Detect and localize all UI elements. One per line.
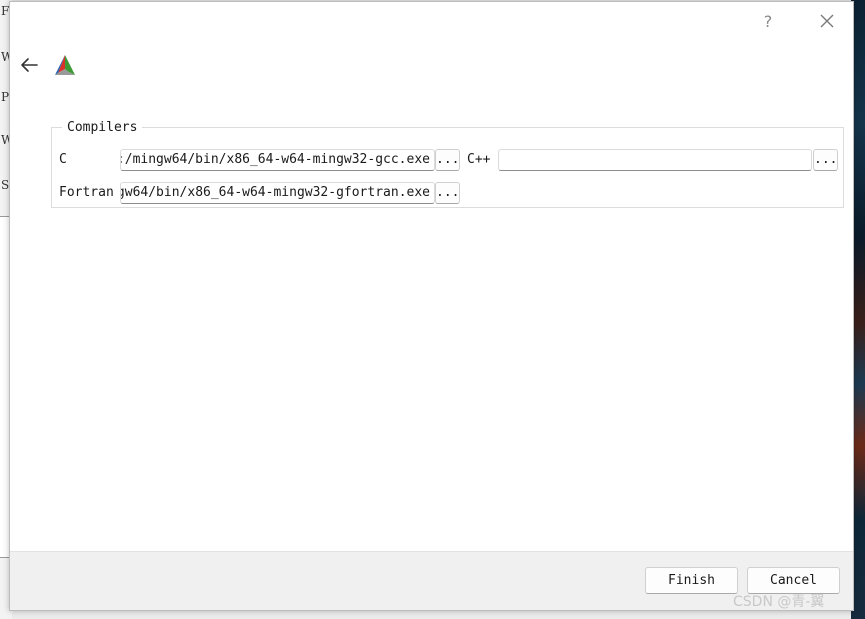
fortran-compiler-field[interactable]: C:/mingw64/bin/x86_64-w64-mingw32-gfortr… [120, 182, 435, 204]
background-text: S [1, 178, 10, 192]
cpp-compiler-browse-button[interactable]: ... [813, 149, 838, 171]
cpp-compiler-field[interactable] [498, 149, 812, 171]
arrow-left-icon [21, 58, 38, 72]
fortran-compiler-label: Fortran [59, 185, 114, 200]
c-compiler-value: C:/mingw64/bin/x86_64-w64-mingw32-gcc.ex… [120, 152, 430, 167]
compilers-group-title: Compilers [67, 120, 138, 135]
c-compiler-field[interactable]: C:/mingw64/bin/x86_64-w64-mingw32-gcc.ex… [120, 149, 435, 171]
cpp-compiler-label: C++ [467, 152, 491, 167]
compiler-setup-dialog: ? Compilers C C:/mingw64/bin/x86_64-w64-… [9, 1, 854, 611]
close-icon [820, 14, 834, 28]
compilers-group: Compilers C C:/mingw64/bin/x86_64-w64-mi… [51, 120, 844, 208]
c-compiler-browse-button[interactable]: ... [435, 149, 460, 171]
background-text: P [1, 90, 10, 104]
watermark: CSDN @青-翼 [733, 594, 825, 610]
close-button[interactable] [815, 10, 839, 32]
finish-button[interactable]: Finish [645, 567, 738, 594]
cmake-logo-icon [55, 55, 75, 75]
fortran-compiler-value: C:/mingw64/bin/x86_64-w64-mingw32-gfortr… [121, 185, 430, 200]
fortran-compiler-browse-button[interactable]: ... [435, 182, 460, 204]
cancel-button[interactable]: Cancel [747, 567, 840, 594]
dialog-footer: Finish Cancel [10, 551, 853, 610]
help-button[interactable]: ? [756, 10, 780, 32]
c-compiler-label: C [59, 152, 67, 167]
back-button[interactable] [18, 54, 40, 76]
